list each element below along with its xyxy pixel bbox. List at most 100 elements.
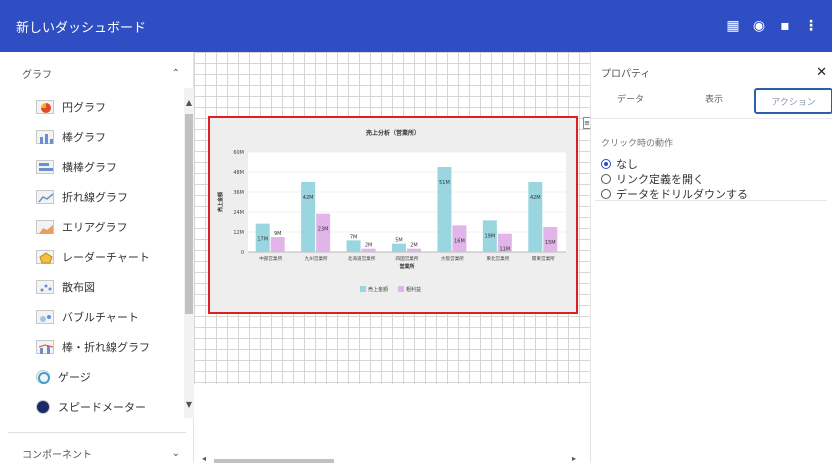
sidebar-item-speedometer[interactable]: スピードメーター [36, 396, 146, 418]
x-tick-label: 九州営業所 [305, 255, 328, 262]
grid-icon[interactable]: ▦ [726, 18, 740, 34]
sidebar-item-radar[interactable]: レーダーチャート [36, 246, 150, 268]
sidebar-section-label: グラフ [22, 69, 52, 81]
data-label: 17M [257, 237, 268, 243]
x-axis-label: 営業所 [399, 263, 414, 270]
dashboard-title: 新しいダッシュボード [16, 20, 147, 36]
radio-none[interactable]: なし [601, 156, 638, 172]
bar [270, 237, 285, 252]
radio-label: なし [616, 158, 638, 171]
properties-tabs: データ 表示 アクション [591, 88, 832, 114]
plot-area [248, 152, 566, 252]
x-tick-label: 中部営業所 [259, 255, 282, 262]
y-tick-label: 12M [233, 230, 244, 236]
component-sidebar: グラフ ⌃ 円グラフ 棒グラフ 横棒グラフ 折れ線グラフ エリアグラフ レーダー… [0, 52, 194, 463]
chart-widget[interactable]: 売上分析（営業所） 0 12M 24M 36M 48M 60M 売上金額 17M 9M 中部営業所 4… [208, 116, 578, 314]
divider [591, 118, 832, 119]
sidebar-item-area[interactable]: エリアグラフ [36, 216, 127, 238]
sidebar-item-pie[interactable]: 円グラフ [36, 96, 106, 118]
scroll-right-icon[interactable]: ▸ [572, 454, 576, 463]
sidebar-item-label: 円グラフ [62, 101, 106, 114]
sidebar-item-label: バブルチャート [62, 311, 139, 324]
scroll-down-icon[interactable]: ▼ [184, 400, 194, 409]
sidebar-scrollbar[interactable]: ▲ ▼ [184, 88, 194, 418]
sidebar-item-label: 棒グラフ [62, 131, 106, 144]
x-tick-label: 大阪営業所 [441, 255, 464, 262]
scatter-chart-icon [36, 280, 54, 294]
scroll-left-icon[interactable]: ◂ [202, 454, 206, 463]
speedometer-icon [36, 400, 50, 414]
radio-button[interactable] [601, 189, 611, 199]
y-tick-label: 60M [233, 150, 244, 156]
properties-header: プロパティ ✕ [601, 62, 827, 82]
tab-action[interactable]: アクション [754, 88, 832, 114]
radio-button-selected[interactable] [601, 159, 611, 169]
more-vertical-icon[interactable]: ⋮ [804, 18, 818, 34]
tab-display[interactable]: 表示 [705, 92, 723, 105]
data-label: 42M [303, 195, 314, 201]
sidebar-item-gauge[interactable]: ゲージ [36, 366, 91, 388]
sidebar-item-line[interactable]: 折れ線グラフ [36, 186, 128, 208]
y-tick-label: 24M [233, 210, 244, 216]
sidebar-item-combo[interactable]: 棒・折れ線グラフ [36, 336, 150, 358]
save-icon[interactable]: ▪ [778, 18, 792, 34]
y-tick-label: 36M [233, 190, 244, 196]
data-label: 9M [274, 231, 282, 237]
x-tick-label: 関東営業所 [532, 255, 555, 262]
bar [407, 248, 421, 252]
canvas-empty-area [194, 384, 590, 463]
data-label: 2M [410, 243, 418, 249]
sidebar-section-graph[interactable]: グラフ ⌃ [0, 62, 194, 84]
canvas-horizontal-scrollbar[interactable]: ◂ ▸ [200, 454, 578, 463]
sidebar-item-label: エリアグラフ [62, 221, 128, 234]
bar-chart-icon [36, 130, 54, 144]
data-label: 23M [318, 227, 329, 233]
sidebar-item-label: 棒・折れ線グラフ [62, 341, 150, 354]
area-chart-icon [36, 220, 54, 234]
eye-icon[interactable]: ◉ [752, 18, 766, 34]
divider [595, 200, 827, 201]
sidebar-item-bar[interactable]: 棒グラフ [36, 126, 106, 148]
scrollbar-thumb[interactable] [214, 459, 334, 463]
sidebar-item-label: ゲージ [58, 371, 91, 384]
radio-label: リンク定義を開く [616, 173, 704, 186]
chevron-down-icon[interactable]: ⌄ [172, 448, 180, 459]
bubble-chart-icon [36, 310, 54, 324]
close-icon[interactable]: ✕ [816, 65, 827, 80]
line-chart-icon [36, 190, 54, 204]
app-header: 新しいダッシュボード ▦ ◉ ▪ ⋮ [0, 0, 832, 52]
chevron-up-icon[interactable]: ⌃ [172, 68, 180, 79]
y-tick-label: 48M [233, 170, 244, 176]
divider [8, 432, 186, 433]
sidebar-item-bubble[interactable]: バブルチャート [36, 306, 139, 328]
data-label: 51M [439, 180, 450, 186]
tab-data[interactable]: データ [617, 92, 644, 105]
sidebar-section-components[interactable]: コンポーネント ⌄ [0, 444, 194, 462]
bar [316, 213, 331, 252]
sidebar-section-label: コンポーネント [22, 449, 92, 461]
gauge-icon [36, 370, 50, 384]
scrollbar-thumb[interactable] [185, 114, 193, 314]
header-toolbar: ▦ ◉ ▪ ⋮ [726, 18, 818, 34]
legend-swatch [398, 286, 404, 292]
chart-type-list: 円グラフ 棒グラフ 横棒グラフ 折れ線グラフ エリアグラフ レーダーチャート 散… [0, 92, 184, 422]
click-action-label: クリック時の動作 [601, 139, 674, 149]
radio-open-link[interactable]: リンク定義を開く [601, 171, 704, 187]
scroll-up-icon[interactable]: ▲ [184, 98, 194, 107]
radio-button[interactable] [601, 174, 611, 184]
data-label: 7M [350, 234, 358, 240]
bar [346, 240, 361, 252]
data-label: 5M [395, 238, 403, 244]
data-label: 16M [454, 238, 465, 244]
data-label: 2M [365, 243, 373, 249]
y-axis-label: 売上金額 [217, 192, 224, 212]
chart-title: 売上分析（営業所） [365, 129, 420, 137]
data-label: 19M [485, 233, 496, 239]
sidebar-item-label: 横棒グラフ [62, 161, 117, 174]
sidebar-item-label: スピードメーター [58, 401, 146, 414]
sidebar-item-scatter[interactable]: 散布図 [36, 276, 95, 298]
sidebar-item-label: 散布図 [62, 281, 95, 294]
bar-chart: 売上分析（営業所） 0 12M 24M 36M 48M 60M 売上金額 17M 9M 中部営業所 4… [217, 129, 566, 293]
x-tick-label: 北海道営業所 [348, 255, 376, 262]
sidebar-item-horizontal-bar[interactable]: 横棒グラフ [36, 156, 117, 178]
